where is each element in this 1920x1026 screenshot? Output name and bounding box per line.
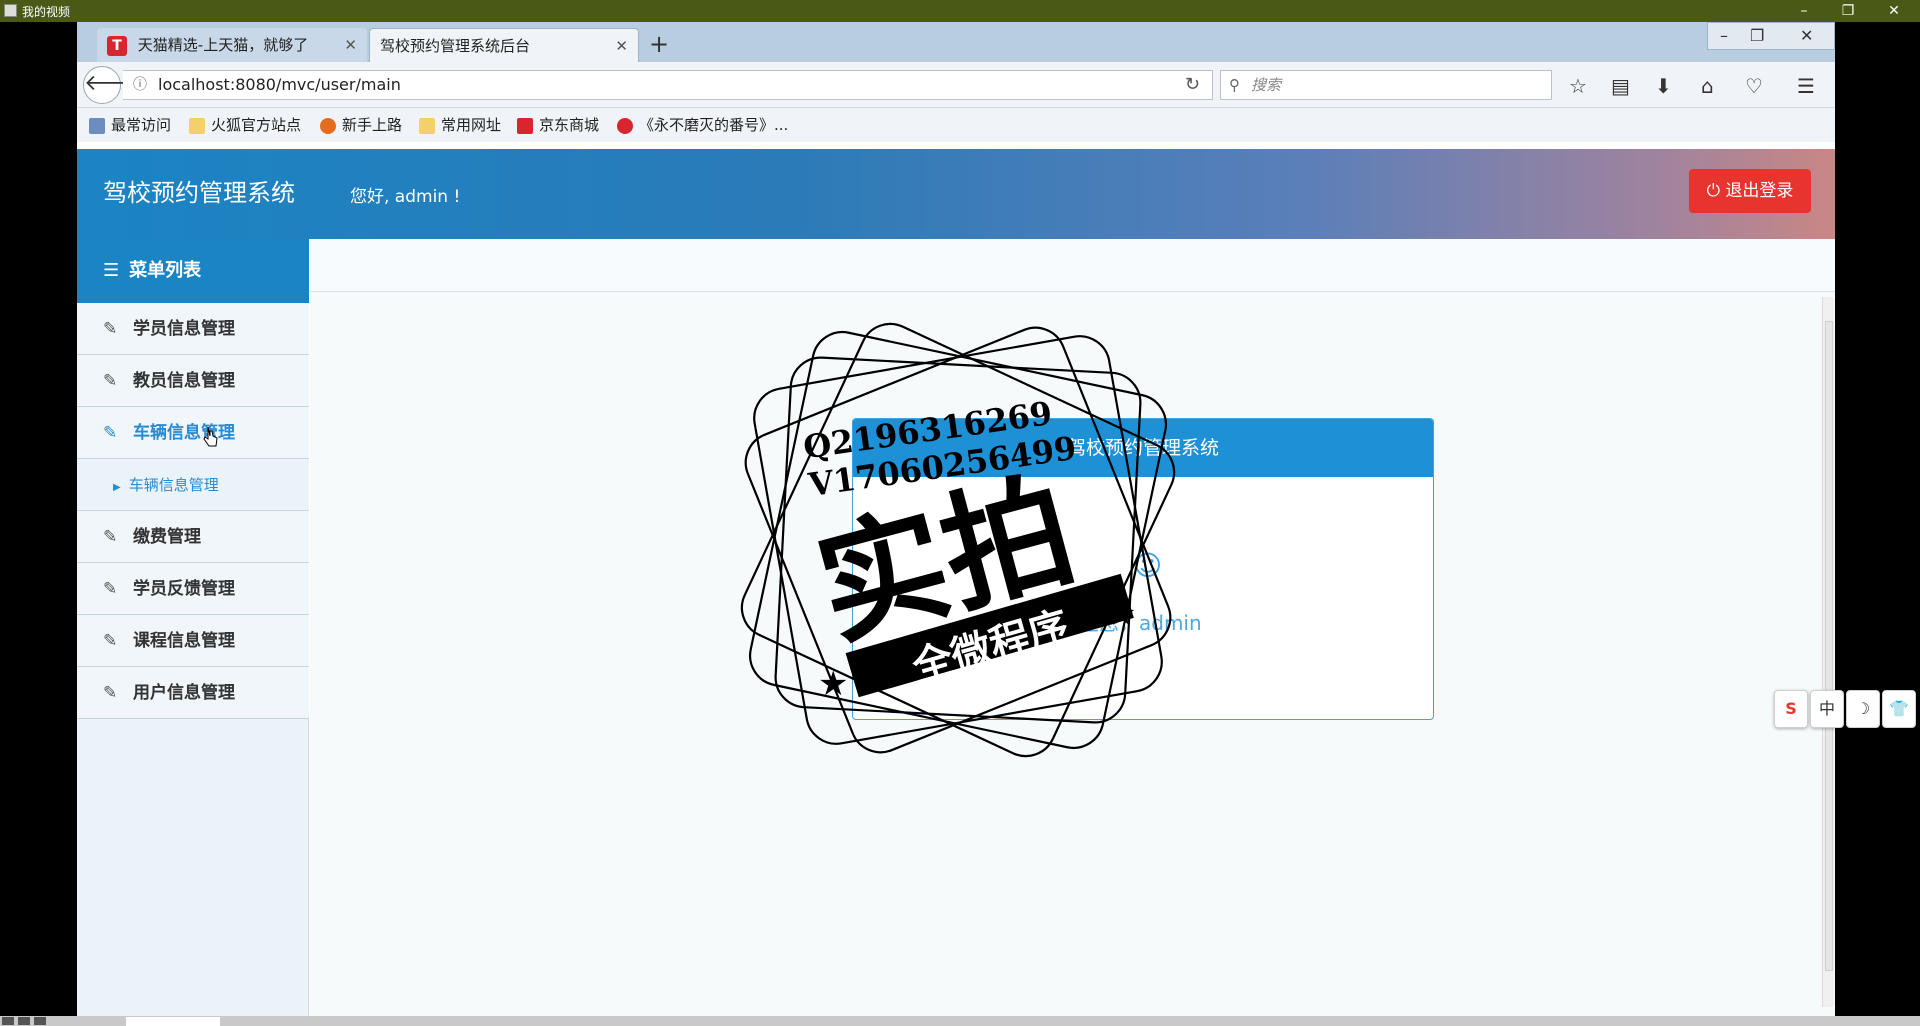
player-restore-button[interactable]: ❐	[1828, 1, 1868, 21]
sidebar-item-feedback[interactable]: ✎ 学员反馈管理	[77, 563, 309, 615]
player-tab[interactable]	[126, 1017, 220, 1026]
tab-admin[interactable]: 驾校预约管理系统后台 ✕	[369, 28, 639, 62]
hamburger-menu-icon[interactable]: ☰	[1797, 74, 1815, 98]
jd-icon	[517, 117, 533, 134]
star-icon[interactable]: ☆	[1569, 74, 1587, 98]
player-titlebar: 我的视频 – ❐ ✕	[0, 0, 1920, 22]
list-icon: ☰	[103, 260, 120, 281]
sidebar-item-payments[interactable]: ✎ 缴费管理	[77, 511, 309, 563]
stop-icon[interactable]	[34, 1017, 46, 1025]
sidebar-item-instructors[interactable]: ✎ 教员信息管理	[77, 355, 309, 407]
close-button[interactable]: ✕	[1800, 26, 1813, 45]
sidebar-item-students[interactable]: ✎ 学员信息管理	[77, 303, 309, 355]
pocket-icon[interactable]: ♡	[1745, 74, 1763, 98]
bookmark-item[interactable]: 新手上路	[320, 108, 402, 142]
url-text: localhost:8080/mvc/user/main	[158, 75, 401, 94]
info-icon[interactable]: ⓘ	[133, 71, 147, 99]
tab-strip: T 天猫精选-上天猫，就够了 ✕ 驾校预约管理系统后台 ✕ + – ❐ ✕	[77, 22, 1835, 62]
folder-icon	[189, 117, 205, 134]
search-input[interactable]: ⚲ 搜索	[1220, 70, 1552, 100]
restore-button[interactable]: ❐	[1750, 26, 1764, 45]
sidebar-item-users[interactable]: ✎ 用户信息管理	[77, 667, 309, 719]
reading-list-icon[interactable]: ▤	[1611, 74, 1630, 98]
watermark-stamp: Q2196316269 V17060256499 实拍 全微程序 ★ ★	[740, 322, 1176, 758]
player-app-icon	[4, 4, 17, 17]
home-icon[interactable]: ⌂	[1701, 74, 1714, 98]
bookmarks-bar: 最常访问 火狐官方站点 新手上路 常用网址 京东商城 《永不磨灭的番号》...	[77, 108, 1835, 142]
moon-icon[interactable]: ☽	[1846, 690, 1880, 728]
most-visited-icon	[89, 117, 105, 134]
player-bottom-bar	[0, 1016, 1920, 1026]
tab-close-icon[interactable]: ✕	[615, 29, 628, 63]
edit-icon: ✎	[103, 631, 118, 651]
star-icon: ★	[1106, 594, 1136, 634]
logout-label: 退出登录	[1725, 181, 1794, 201]
url-bar[interactable]: ⓘ localhost:8080/mvc/user/main ↻	[123, 70, 1213, 100]
bookmark-item[interactable]: 京东商城	[517, 108, 599, 142]
scrollbar-thumb[interactable]	[1825, 321, 1833, 971]
edit-icon: ✎	[103, 423, 118, 443]
star-icon: ★	[818, 664, 848, 704]
menu-header: ☰ 菜单列表	[77, 239, 309, 303]
back-button[interactable]: 🡐	[83, 66, 143, 104]
player-close-button[interactable]: ✕	[1874, 1, 1914, 21]
video-icon	[617, 117, 633, 134]
vertical-scrollbar[interactable]	[1822, 297, 1834, 1007]
search-placeholder: 搜索	[1251, 76, 1282, 94]
tab-label: 天猫精选-上天猫，就够了	[137, 36, 309, 54]
tmall-icon: T	[107, 35, 127, 56]
search-icon: ⚲	[1229, 76, 1240, 94]
content-topbar	[310, 239, 1835, 292]
bookmark-item[interactable]: 火狐官方站点	[189, 108, 301, 142]
edit-icon: ✎	[103, 527, 118, 547]
edit-icon: ✎	[103, 579, 118, 599]
edit-icon: ✎	[103, 371, 118, 391]
play-icon[interactable]	[2, 1017, 14, 1025]
skin-icon[interactable]: 👕	[1882, 690, 1916, 728]
window-controls: – ❐ ✕	[1707, 22, 1835, 50]
player-title: 我的视频	[22, 5, 71, 19]
reload-icon[interactable]: ↻	[1185, 71, 1200, 99]
chinese-input-toggle[interactable]: 中	[1810, 690, 1844, 728]
firefox-icon	[320, 117, 336, 134]
pause-icon[interactable]	[18, 1017, 30, 1025]
app-title: 驾校预约管理系统	[103, 179, 295, 207]
power-icon: ⏻	[1706, 181, 1721, 201]
edit-icon: ✎	[103, 683, 118, 703]
bookmark-item[interactable]: 《永不磨灭的番号》...	[617, 108, 788, 142]
edit-icon: ✎	[103, 319, 118, 339]
bookmark-item[interactable]: 常用网址	[419, 108, 501, 142]
tab-close-icon[interactable]: ✕	[344, 28, 357, 62]
nav-bar: 🡐 ⓘ localhost:8080/mvc/user/main ↻ ⚲ 搜索 …	[77, 62, 1835, 108]
caret-right-icon: ▶	[113, 482, 121, 493]
user-greeting: 您好, admin !	[350, 187, 461, 207]
tab-tmall[interactable]: T 天猫精选-上天猫，就够了 ✕	[97, 28, 367, 62]
sidebar: ☰ 菜单列表 ✎ 学员信息管理 ✎ 教员信息管理 ✎ 车辆信息管理 ▶ 车辆信息管理 ✎ 缴…	[77, 239, 309, 1016]
sidebar-item-courses[interactable]: ✎ 课程信息管理	[77, 615, 309, 667]
sidebar-subitem-vehicles[interactable]: ▶ 车辆信息管理	[77, 459, 309, 511]
new-tab-button[interactable]: +	[649, 30, 669, 58]
sogou-icon[interactable]: S	[1774, 690, 1808, 728]
tab-label: 驾校预约管理系统后台	[380, 37, 531, 55]
app-header: 驾校预约管理系统 您好, admin ! ⏻ 退出登录	[77, 149, 1835, 239]
minimize-button[interactable]: –	[1720, 26, 1728, 45]
player-minimize-button[interactable]: –	[1784, 1, 1824, 21]
bookmark-item[interactable]: 最常访问	[89, 108, 171, 142]
logout-button[interactable]: ⏻ 退出登录	[1689, 169, 1811, 213]
download-icon[interactable]: ⬇	[1655, 74, 1672, 98]
folder-icon	[419, 117, 435, 134]
mouse-cursor-icon	[203, 426, 218, 447]
sidebar-item-vehicles[interactable]: ✎ 车辆信息管理	[77, 407, 309, 459]
floating-toolbar: S 中 ☽ 👕	[1774, 690, 1920, 730]
